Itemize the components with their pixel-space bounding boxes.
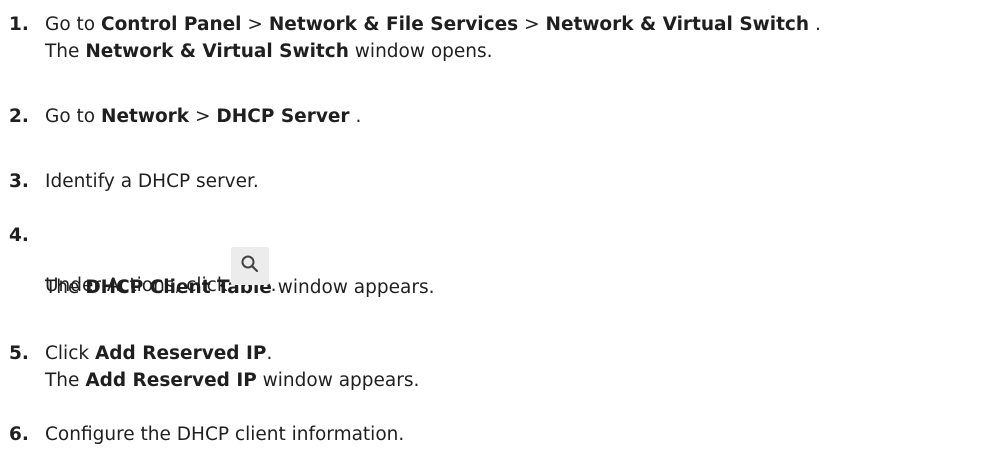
text: window appears. — [277, 277, 435, 298]
step-line: Under Actions, click. — [45, 247, 984, 296]
path-separator: > — [195, 106, 211, 127]
step-number: 2. — [9, 106, 29, 127]
sentence-end: . — [355, 106, 362, 127]
procedure-steps: 1. Go to Control Panel > Network & File … — [0, 0, 984, 461]
step-line: Go to Control Panel > Network & File Ser… — [45, 11, 984, 38]
path-separator: > — [247, 14, 263, 35]
step-body: Click Add Reserved IP. The Add Reserved … — [45, 340, 984, 394]
path-separator: > — [524, 14, 540, 35]
window-name: Network & Virtual Switch — [85, 41, 349, 62]
sentence-end: . — [814, 14, 821, 35]
step-line: Go to Network > DHCP Server . — [45, 103, 984, 130]
step-line: The Network & Virtual Switch window open… — [45, 38, 984, 65]
step-text: Configure the DHCP client information. — [45, 424, 405, 445]
step-text: Identify a DHCP server. — [45, 171, 259, 192]
menu-path-control-panel: Control Panel — [101, 14, 242, 35]
step-line: Click Add Reserved IP. — [45, 340, 984, 367]
text: The — [45, 41, 80, 62]
step-number: 5. — [9, 343, 29, 364]
menu-path-network-virtual-switch: Network & Virtual Switch — [545, 14, 810, 35]
text: window opens. — [354, 41, 493, 62]
step-body: Under Actions, click. The DHCP Client Ta… — [45, 247, 984, 301]
step-number: 3. — [9, 171, 29, 192]
menu-path-network-file-services: Network & File Services — [268, 14, 519, 35]
menu-path-dhcp-server: DHCP Server — [216, 106, 350, 127]
step-body: Go to Network > DHCP Server . — [45, 103, 984, 130]
text: Click — [45, 343, 90, 364]
step-line: The DHCP Client Table window appears. — [45, 274, 984, 301]
search-button[interactable] — [230, 247, 269, 285]
text: Go to — [45, 14, 96, 35]
text: The — [45, 370, 80, 391]
step-body: Go to Control Panel > Network & File Ser… — [45, 11, 984, 65]
step-line: The Add Reserved IP window appears. — [45, 367, 984, 394]
text: window appears. — [262, 370, 420, 391]
text: Go to — [45, 106, 96, 127]
step-body: Configure the DHCP client information. — [45, 421, 984, 448]
window-name: Add Reserved IP — [85, 370, 257, 391]
step-number: 4. — [9, 225, 29, 246]
step-body: Identify a DHCP server. — [45, 168, 984, 195]
step-number: 1. — [9, 14, 29, 35]
button-name: Add Reserved IP — [94, 343, 267, 364]
text: The — [45, 277, 80, 298]
search-icon — [241, 255, 258, 273]
menu-path-network: Network — [101, 106, 190, 127]
sentence-end: . — [266, 343, 273, 364]
step-number: 6. — [9, 424, 29, 445]
